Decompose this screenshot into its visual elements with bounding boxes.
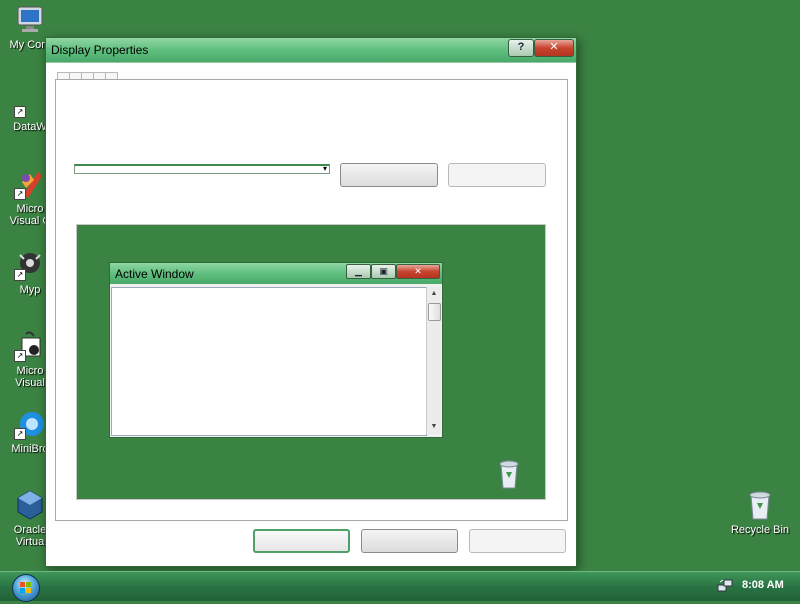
desktop-icon-label: Micro bbox=[16, 365, 44, 377]
ok-button[interactable] bbox=[253, 529, 350, 553]
shortcut-arrow-icon: ↗ bbox=[14, 428, 26, 440]
network-icon[interactable] bbox=[717, 579, 733, 593]
desktop-icon-label: Micro bbox=[16, 203, 44, 215]
scroll-up-icon: ▲ bbox=[430, 290, 438, 297]
minimize-icon: ▁ bbox=[346, 264, 371, 279]
clock[interactable]: 8:08 AM bbox=[742, 579, 784, 591]
desktop-icon-label: Recycle Bin bbox=[730, 524, 790, 536]
desktop-icon-label-line2: Visual bbox=[15, 377, 45, 389]
scheme-dropdown[interactable]: ▾ bbox=[74, 164, 330, 174]
scroll-down-icon: ▼ bbox=[430, 423, 438, 430]
preview-titlebar: Active Window ▁ ▣ ✕ bbox=[110, 263, 442, 284]
window-titlebar[interactable]: Display Properties ? ✕ bbox=[46, 38, 576, 62]
desktop-icon-label: MiniBro bbox=[11, 443, 49, 455]
desktop-icon-recycle-bin[interactable]: Recycle Bin bbox=[724, 489, 796, 536]
shortcut-arrow-icon: ↗ bbox=[14, 188, 26, 200]
desktop-icon-label: Oracle bbox=[13, 524, 47, 536]
start-button[interactable] bbox=[12, 574, 40, 602]
close-icon: ✕ bbox=[396, 264, 440, 279]
browser-icon: ↗ bbox=[14, 408, 46, 440]
media-app-icon: ↗ bbox=[14, 249, 46, 281]
save-as-button[interactable] bbox=[340, 163, 438, 187]
apply-button[interactable] bbox=[469, 529, 566, 553]
tab-panel: ▾ Active Window ▁ ▣ ✕ ▲ ▼ bbox=[55, 79, 568, 521]
help-button[interactable]: ? bbox=[508, 39, 534, 57]
close-button[interactable]: ✕ bbox=[534, 39, 574, 57]
preview-window-body bbox=[111, 287, 427, 436]
window-title: Display Properties bbox=[51, 43, 149, 57]
desktop-icon-label: DataW bbox=[13, 121, 47, 133]
taskbar: 8:08 AM bbox=[0, 571, 800, 602]
scrollbar-thumb bbox=[428, 303, 441, 321]
preview-window-title: Active Window bbox=[115, 267, 194, 281]
my-computer-icon bbox=[14, 4, 46, 36]
visual-studio-icon: ↗ bbox=[14, 168, 46, 200]
maximize-icon: ▣ bbox=[371, 264, 396, 279]
delete-button[interactable] bbox=[448, 163, 546, 187]
recycle-bin-icon bbox=[497, 459, 521, 489]
cancel-button[interactable] bbox=[361, 529, 458, 553]
virtualbox-icon bbox=[14, 489, 46, 521]
shortcut-arrow-icon: ↗ bbox=[14, 269, 26, 281]
window-client-area: ▾ Active Window ▁ ▣ ✕ ▲ ▼ bbox=[46, 62, 576, 566]
desktop-icon-label: Myp bbox=[19, 284, 41, 296]
preview-scrollbar: ▲ ▼ bbox=[426, 287, 441, 434]
shortcut-arrow-icon: ↗ bbox=[14, 106, 26, 118]
chevron-down-icon: ▾ bbox=[322, 164, 327, 173]
desktop-icon-label-line2: Virtua bbox=[15, 536, 45, 548]
shortcut-arrow-icon: ↗ bbox=[14, 350, 26, 362]
preview-area: Active Window ▁ ▣ ✕ ▲ ▼ bbox=[76, 224, 546, 500]
recycle-bin-icon bbox=[744, 489, 776, 521]
windows-logo-icon bbox=[20, 582, 31, 593]
shortcut-app-icon: ↗ bbox=[14, 86, 46, 118]
preview-active-window: Active Window ▁ ▣ ✕ ▲ ▼ bbox=[109, 262, 443, 438]
display-properties-window: Display Properties ? ✕ ▾ Active Window ▁… bbox=[45, 37, 577, 567]
visual-studio-icon: ↗ bbox=[14, 330, 46, 362]
